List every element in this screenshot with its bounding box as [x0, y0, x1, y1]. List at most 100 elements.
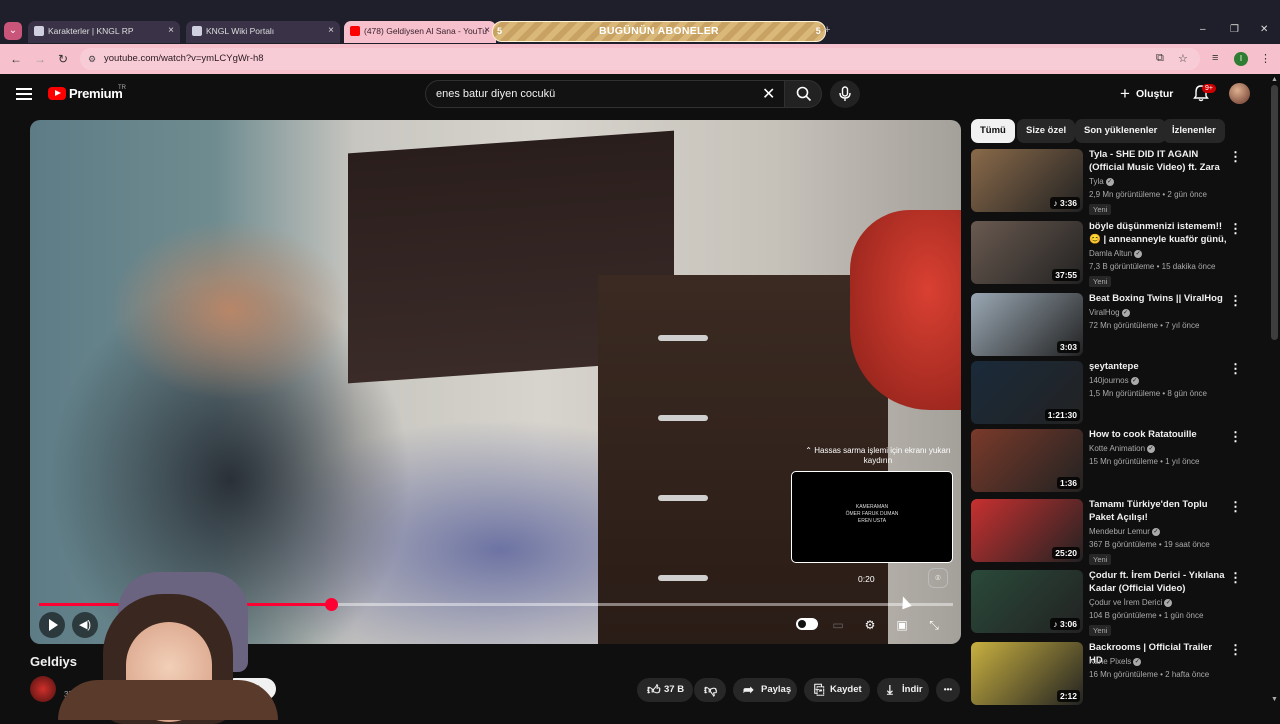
share-button[interactable]: ➦ Paylaş	[733, 678, 797, 702]
recommendation-channel[interactable]: Damla Altun ✓	[1089, 249, 1143, 258]
video-thumbnail[interactable]: 37:55	[971, 221, 1083, 284]
voice-search-button[interactable]	[830, 80, 860, 108]
recommendation-title[interactable]: Beat Boxing Twins || ViralHog	[1089, 293, 1227, 306]
duration-badge: 25:20	[1052, 547, 1080, 559]
kebab-menu-icon[interactable]: ⋮	[1260, 52, 1271, 65]
logo-text: Premium	[69, 86, 123, 101]
recommendation-meta: 2,9 Mn görüntüleme • 2 gün önce	[1089, 190, 1207, 199]
close-window-button[interactable]: ✕	[1260, 24, 1268, 35]
video-thumbnail[interactable]: 1:21:30	[971, 361, 1083, 424]
recommendation-channel[interactable]: Kotte Animation ✓	[1089, 444, 1156, 453]
recommendation-channel[interactable]: Kane Pixels ✓	[1089, 657, 1142, 666]
recommendation-meta: 1,5 Mn görüntüleme • 8 gün önce	[1089, 389, 1207, 398]
recommendation-item[interactable]: 1:36 How to cook Ratatouille Kotte Animati…	[970, 429, 1245, 493]
video-thumbnail[interactable]: ♪ 3:36	[971, 149, 1083, 212]
hamburger-menu-icon[interactable]	[16, 88, 32, 100]
recommendation-channel[interactable]: Tyla ✓	[1089, 177, 1114, 186]
browser-tab-youtube[interactable]: (478) Geldiysen Al Sana - YouTu ×	[344, 21, 496, 43]
more-options-icon[interactable]: ⋮	[1229, 293, 1242, 309]
recommendation-title[interactable]: Tyla - SHE DID IT AGAIN (Official Music …	[1089, 149, 1227, 174]
autoplay-toggle[interactable]	[796, 618, 818, 630]
media-control-icon[interactable]: ≡	[1212, 52, 1218, 64]
recommendation-title[interactable]: Tamamı Türkiye'den Toplu Paket Açılışı!	[1089, 499, 1227, 524]
search-input[interactable]: enes batur diyen cocukü	[425, 80, 785, 108]
site-info-icon[interactable]: ⚙	[88, 48, 96, 70]
more-options-icon[interactable]: ⋮	[1229, 642, 1242, 658]
more-options-icon[interactable]: ⋮	[1229, 361, 1242, 377]
close-icon[interactable]: ×	[484, 21, 490, 41]
chip-for-you[interactable]: Size özel	[1017, 119, 1076, 143]
subtitles-icon[interactable]: ▭	[828, 616, 848, 634]
notification-badge: 9+	[1202, 84, 1216, 93]
back-arrow-icon[interactable]: ←	[10, 52, 22, 66]
save-button[interactable]: ⎘ Kaydet	[804, 678, 870, 702]
browser-profile-avatar[interactable]: I	[1234, 52, 1248, 66]
chevron-up-icon: ⌃	[805, 446, 812, 455]
fullscreen-icon[interactable]: ⤡	[924, 616, 944, 634]
plus-icon: +	[1120, 84, 1130, 103]
tab-search-button[interactable]: ⌄	[4, 22, 22, 40]
recommendation-item[interactable]: ♪ 3:36 Tyla - SHE DID IT AGAIN (Official …	[970, 149, 1245, 215]
recommendation-item[interactable]: ♪ 3:06 Çodur ft. İrem Derici - Yıkılana K…	[970, 570, 1245, 636]
browser-tab-karakterler[interactable]: Karakterler | KNGL RP ×	[28, 21, 180, 43]
recommendation-title[interactable]: böyle düşünmenizi istemem!! 😊 | anneanne…	[1089, 221, 1227, 246]
recommendation-title[interactable]: How to cook Ratatouille	[1089, 429, 1227, 442]
video-player[interactable]: ⌃ Hassas sarma işlemi için ekranı yukarı…	[30, 120, 961, 644]
video-thumbnail[interactable]: 25:20	[971, 499, 1083, 562]
reload-icon[interactable]: ↻	[58, 52, 68, 66]
recommendation-title[interactable]: şeytantepe	[1089, 361, 1227, 374]
dislike-button[interactable]: 👎︎	[694, 678, 726, 702]
recommendation-item[interactable]: 37:55 böyle düşünmenizi istemem!! 😊 | ann…	[970, 221, 1245, 287]
download-button[interactable]: ⤓ İndir	[877, 678, 929, 702]
recommendation-title[interactable]: Çodur ft. İrem Derici - Yıkılana Kadar (…	[1089, 570, 1227, 595]
page-scrollbar[interactable]	[1271, 85, 1278, 340]
scroll-up-arrow[interactable]: ▲	[1271, 76, 1278, 83]
preview-credits: KAMERAMAN ÖMER FARUK DUMAN EREN USTA	[845, 504, 899, 524]
more-actions-button[interactable]: •••	[936, 678, 960, 702]
like-button[interactable]: 👍︎ 37 B	[637, 678, 693, 702]
scrubber-handle[interactable]	[325, 598, 339, 611]
create-button[interactable]: + Oluştur	[1118, 82, 1173, 106]
chip-all[interactable]: Tümü	[971, 119, 1015, 143]
verified-check-icon: ✓	[1133, 657, 1142, 666]
recommendation-item[interactable]: 2:12 Backrooms | Official Trailer HD Kane …	[970, 642, 1245, 706]
recommendation-item[interactable]: 3:03 Beat Boxing Twins || ViralHog ViralHo…	[970, 293, 1245, 357]
recommendation-channel[interactable]: Çodur ve İrem Derici ✓	[1089, 598, 1173, 607]
verified-check-icon: ✓	[1105, 177, 1114, 186]
user-avatar[interactable]	[1229, 83, 1250, 104]
more-options-icon[interactable]: ⋮	[1229, 149, 1242, 165]
search-button[interactable]	[784, 80, 822, 108]
recommendation-channel[interactable]: ViralHog ✓	[1089, 308, 1130, 317]
install-app-icon[interactable]: ⧉	[1156, 52, 1164, 65]
lock-toggle-icon[interactable]: ⌾	[928, 568, 948, 588]
clear-search-icon[interactable]: ✕	[762, 84, 775, 104]
new-tab-button[interactable]: +	[824, 24, 836, 38]
banner-right-count: 5	[815, 26, 821, 36]
miniplayer-icon[interactable]: ▣	[892, 616, 912, 634]
recommendation-item[interactable]: 25:20 Tamamı Türkiye'den Toplu Paket Açıl…	[970, 499, 1245, 565]
close-icon[interactable]: ×	[168, 21, 174, 41]
bookmark-star-icon[interactable]: ☆	[1178, 52, 1188, 65]
scroll-down-arrow[interactable]: ▼	[1271, 696, 1278, 703]
more-options-icon[interactable]: ⋮	[1229, 221, 1242, 237]
video-thumbnail[interactable]: 2:12	[971, 642, 1083, 705]
more-options-icon[interactable]: ⋮	[1229, 429, 1242, 445]
more-options-icon[interactable]: ⋮	[1229, 499, 1242, 515]
video-thumbnail[interactable]: 3:03	[971, 293, 1083, 356]
maximize-button[interactable]: ❐	[1230, 24, 1239, 35]
video-thumbnail[interactable]: 1:36	[971, 429, 1083, 492]
settings-gear-icon[interactable]: ⚙	[860, 616, 880, 634]
chip-recent[interactable]: Son yüklenenler	[1075, 119, 1167, 143]
url-field[interactable]: ⚙ youtube.com/watch?v=ymLCYgWr-h8	[80, 48, 1200, 70]
recommendation-channel[interactable]: Mendebur Lemur ✓	[1089, 527, 1160, 536]
close-icon[interactable]: ×	[328, 21, 334, 41]
chip-watched[interactable]: İzlenenler	[1163, 119, 1225, 143]
recommendation-item[interactable]: 1:21:30 şeytantepe 140journos ✓ 1,5 Mn görün…	[970, 361, 1245, 425]
video-thumbnail[interactable]: ♪ 3:06	[971, 570, 1083, 633]
forward-arrow-icon[interactable]: →	[34, 52, 46, 66]
recommendation-channel[interactable]: 140journos ✓	[1089, 376, 1139, 385]
minimize-button[interactable]: –	[1200, 24, 1206, 35]
create-label: Oluştur	[1136, 88, 1174, 100]
more-options-icon[interactable]: ⋮	[1229, 570, 1242, 586]
browser-tab-kngl-wiki[interactable]: KNGL Wiki Portalı ×	[186, 21, 340, 43]
